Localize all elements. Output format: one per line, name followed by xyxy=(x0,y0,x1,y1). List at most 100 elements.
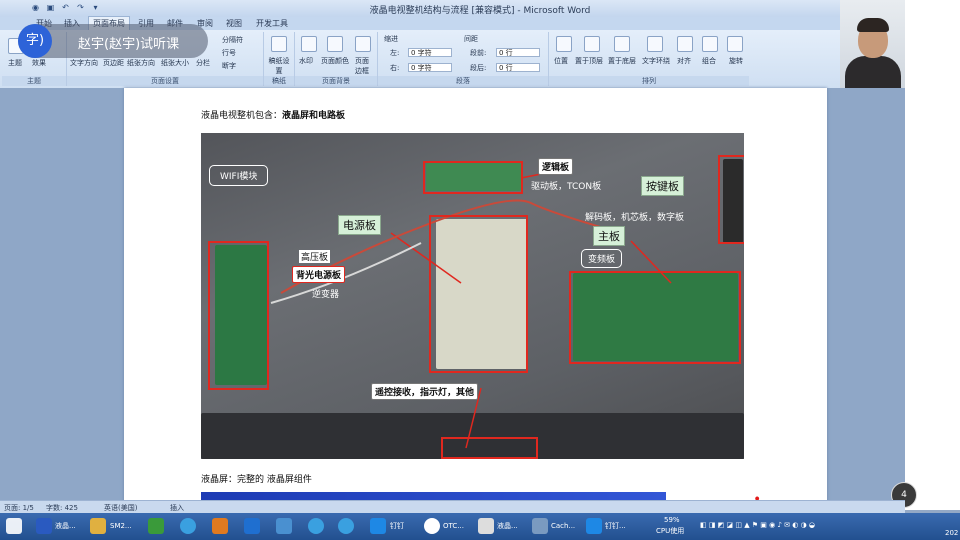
inverter-board-highlight xyxy=(208,241,269,390)
group-draft: 稿纸设置 稿纸 xyxy=(264,32,295,86)
word-app-icon[interactable] xyxy=(36,518,52,534)
space-before-label: 段前: xyxy=(470,49,487,57)
columns-button[interactable]: 分栏 xyxy=(196,58,210,68)
orientation-button[interactable]: 纸张方向 xyxy=(127,58,155,68)
label-logic-board: 逻辑板 xyxy=(538,158,574,175)
ie-browser-icon[interactable] xyxy=(180,518,196,534)
position-button[interactable]: 位置 xyxy=(554,56,568,66)
spacing-label: 间距 xyxy=(464,35,478,43)
cpu-usage-label: CPU使用 xyxy=(656,527,685,535)
page-border-icon xyxy=(355,36,371,52)
task-otc[interactable]: OTC... xyxy=(443,516,464,537)
task-dingtalk[interactable]: 钉钉 xyxy=(390,516,404,537)
cache-icon[interactable] xyxy=(532,518,548,534)
course-brand-overlay: 字) 赵宇(赵宇)试听课 xyxy=(18,24,208,58)
ie-browser-icon-2[interactable] xyxy=(308,518,324,534)
label-decoder: 解码板，机芯板，数字板 xyxy=(585,213,685,223)
tab-developer[interactable]: 开发工具 xyxy=(252,17,292,30)
label-key-board: 按键板 xyxy=(641,176,684,196)
hyphenation-button[interactable]: 断字 xyxy=(222,61,236,71)
indent-right-label: 右: xyxy=(390,64,400,72)
app-green-icon[interactable] xyxy=(148,518,164,534)
start-windows-icon[interactable] xyxy=(6,518,22,534)
status-bar: 页面: 1/5 字数: 425 英语(美国) 插入 xyxy=(0,500,905,514)
ie-browser-icon-3[interactable] xyxy=(338,518,354,534)
clock[interactable]: 202 xyxy=(945,529,958,537)
otc-app-icon[interactable] xyxy=(424,518,440,534)
label-inverter: 逆变器 xyxy=(312,290,340,300)
group-button[interactable]: 组合 xyxy=(702,56,716,66)
watermark-button[interactable]: 水印 xyxy=(299,56,313,66)
key-board-highlight xyxy=(718,155,744,244)
group-label-draft: 稿纸 xyxy=(264,76,294,86)
paragraph-lcd-panel[interactable]: 液晶屏：完整的 液晶屏组件 xyxy=(201,472,312,485)
space-after-field[interactable]: 0 行 xyxy=(496,63,540,72)
line-numbers-button[interactable]: 行号 xyxy=(222,48,236,58)
tab-view[interactable]: 视图 xyxy=(222,17,246,30)
status-insert-mode[interactable]: 插入 xyxy=(170,503,184,513)
tray-icons[interactable]: ◧ ◨ ◩ ◪ ◫ ▲ ⚑ ▣ ◉ ♪ ✉ ◐ ◑ ◒ xyxy=(700,521,815,529)
page-border-button[interactable]: 页面边框 xyxy=(355,56,375,76)
group-label-arrange: 排列 xyxy=(549,76,749,86)
text-wrap-icon xyxy=(647,36,663,52)
margins-button[interactable]: 页边距 xyxy=(103,58,124,68)
indent-right-field[interactable]: 0 字符 xyxy=(408,63,452,72)
align-icon xyxy=(677,36,693,52)
task-dingtalk-2[interactable]: 钉钉... xyxy=(605,516,626,537)
space-before-field[interactable]: 0 行 xyxy=(496,48,540,57)
dingtalk-icon-2[interactable] xyxy=(586,518,602,534)
folder-icon[interactable] xyxy=(90,518,106,534)
status-words[interactable]: 字数: 425 xyxy=(46,503,78,513)
rotate-button[interactable]: 旋转 xyxy=(729,56,743,66)
task-sm2[interactable]: SM2... xyxy=(110,516,132,537)
text-direction-button[interactable]: 文字方向 xyxy=(70,58,98,68)
group-label-paragraph: 段落 xyxy=(378,76,548,86)
draft-paper-icon xyxy=(271,36,287,52)
page-color-button[interactable]: 页面颜色 xyxy=(321,56,349,66)
status-page[interactable]: 页面: 1/5 xyxy=(4,503,34,513)
text-wrap-button[interactable]: 文字环绕 xyxy=(642,56,670,66)
label-hv-board: 高压板 xyxy=(299,250,331,263)
paragraph-tv-composition[interactable]: 液晶电视整机包含：液晶屏和电路板 xyxy=(201,108,345,121)
paragraph-bold-text: 液晶屏和电路板 xyxy=(282,111,346,121)
cpu-usage-percent: 59% xyxy=(664,516,680,524)
app-orange-icon[interactable] xyxy=(212,518,228,534)
doc-icon[interactable] xyxy=(478,518,494,534)
window-title: 液晶电视整机结构与流程 [兼容模式] - Microsoft Word xyxy=(369,6,591,16)
power-board-highlight xyxy=(429,215,528,373)
draft-settings-button[interactable]: 稿纸设置 xyxy=(267,56,291,76)
main-board-highlight xyxy=(569,271,741,364)
presenter-body xyxy=(845,56,901,90)
position-icon xyxy=(556,36,572,52)
paragraph-plain-text: 液晶电视整机包含： xyxy=(201,111,283,121)
webcam-feed xyxy=(840,0,905,90)
breaks-button[interactable]: 分隔符 xyxy=(222,35,243,45)
indent-left-field[interactable]: 0 字符 xyxy=(408,48,452,57)
group-label-page-setup: 页面设置 xyxy=(67,76,263,86)
label-backlight: 背光电源板 xyxy=(292,266,346,283)
effects-button[interactable]: 效果 xyxy=(32,58,46,68)
page-color-icon xyxy=(327,36,343,52)
send-back-icon xyxy=(614,36,630,52)
bring-front-icon xyxy=(584,36,600,52)
bring-front-button[interactable]: 置于顶层 xyxy=(575,56,603,66)
size-button[interactable]: 纸张大小 xyxy=(161,58,189,68)
task-cache[interactable]: Cach... xyxy=(551,516,575,537)
brand-text: 赵宇(赵宇)试听课 xyxy=(78,37,180,52)
tv-board-photo[interactable]: WIFI模块 逻辑板 驱动板，TCON板 按键板 电源板 解码板，机芯板，数字板… xyxy=(201,133,744,459)
dingtalk-icon[interactable] xyxy=(370,518,386,534)
theme-button[interactable]: 主题 xyxy=(8,58,22,68)
app-blue-icon[interactable] xyxy=(276,518,292,534)
status-language[interactable]: 英语(美国) xyxy=(104,503,137,513)
watermark-icon xyxy=(301,36,317,52)
task-word-doc[interactable]: 液晶... xyxy=(55,516,76,537)
label-wifi: WIFI模块 xyxy=(209,165,269,186)
align-button[interactable]: 对齐 xyxy=(677,56,691,66)
store-icon[interactable] xyxy=(244,518,260,534)
group-arrange: 位置 置于顶层 置于底层 文字环绕 对齐 组合 旋转 排列 xyxy=(549,32,749,86)
group-label-theme: 主题 xyxy=(2,76,66,86)
send-back-button[interactable]: 置于底层 xyxy=(608,56,636,66)
task-doc[interactable]: 液晶... xyxy=(497,516,518,537)
space-after-label: 段后: xyxy=(470,64,487,72)
group-icon xyxy=(702,36,718,52)
